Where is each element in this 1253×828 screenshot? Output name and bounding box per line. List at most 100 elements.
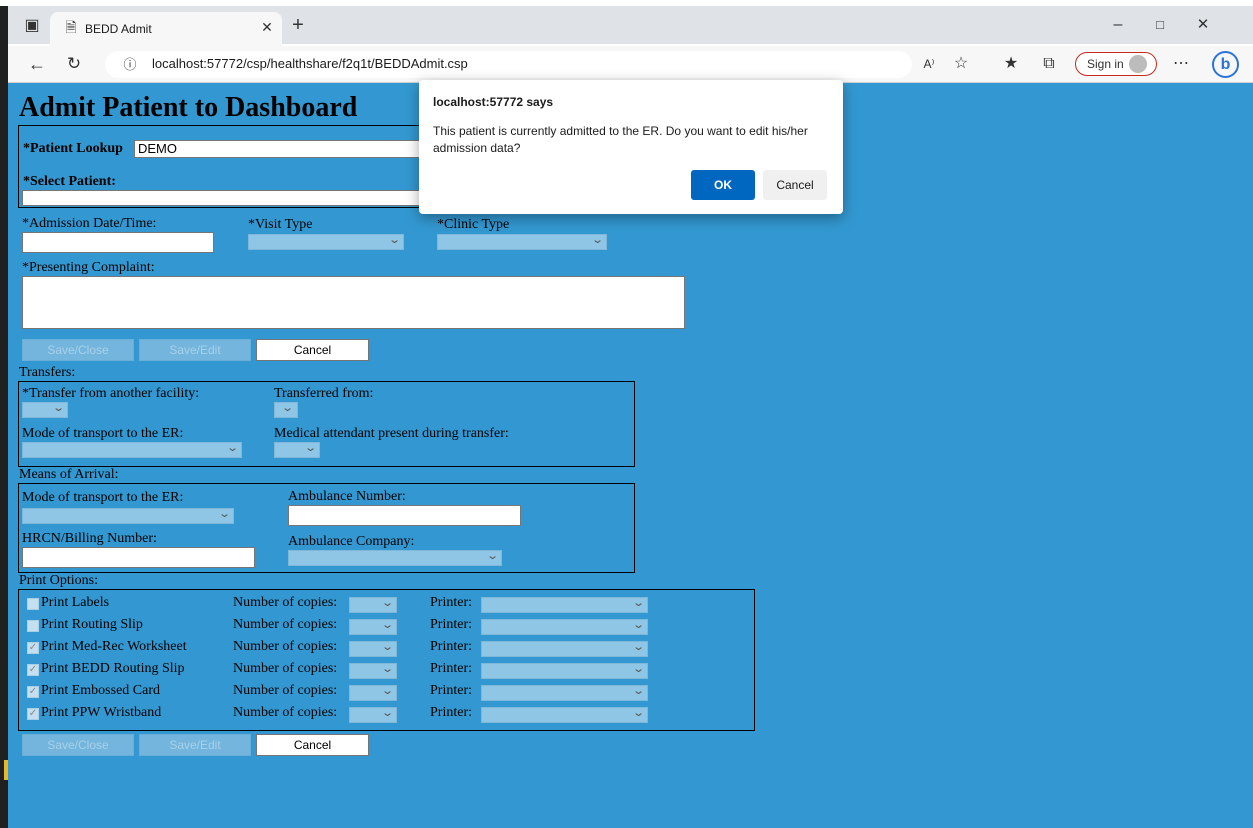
select-patient-label: *Select Patient: [23,174,116,189]
transferred-from-select[interactable]: ⌄ [274,402,298,418]
print-option-checkbox[interactable]: ✓ [27,664,39,676]
chevron-down-icon: ⌄ [280,402,294,414]
chevron-down-icon: ⌄ [380,685,394,697]
print-option-checkbox[interactable]: ✓ [27,642,39,654]
cancel-button-bottom[interactable]: Cancel [256,734,369,756]
save-close-button[interactable]: Save/Close [22,339,134,361]
save-edit-button-bottom[interactable]: Save/Edit [139,734,251,756]
attendant-label: Medical attendant present during transfe… [274,426,509,441]
print-option-label: Print Med-Rec Worksheet [41,639,187,654]
close-window-icon[interactable]: ✕ [1193,15,1213,35]
printer-select[interactable]: ⌄ [481,641,648,657]
close-tab-icon[interactable]: ✕ [258,17,276,37]
back-icon[interactable]: ← [27,54,47,74]
copies-label: Number of copies: [233,705,338,720]
admission-datetime-input[interactable] [22,232,214,253]
chevron-down-icon: ⌄ [631,685,645,697]
chevron-down-icon: ⌄ [631,619,645,631]
printer-label: Printer: [430,639,472,654]
copies-label: Number of copies: [233,595,338,610]
cancel-button[interactable]: Cancel [256,339,369,361]
copies-select[interactable]: ⌄ [349,663,397,679]
save-close-button-bottom[interactable]: Save/Close [22,734,134,756]
select-patient-field[interactable] [22,190,422,206]
copies-select[interactable]: ⌄ [349,619,397,635]
ambulance-company-label: Ambulance Company: [288,534,415,549]
printer-label: Printer: [430,617,472,632]
chevron-down-icon: ⌄ [217,508,231,520]
read-aloud-icon[interactable]: A⁾ [918,54,940,74]
chevron-down-icon: ⌄ [380,619,394,631]
chevron-down-icon: ⌄ [380,707,394,719]
print-option-checkbox[interactable] [27,620,39,632]
copies-select[interactable]: ⌄ [349,707,397,723]
new-tab-icon[interactable]: + [288,15,308,35]
chevron-down-icon: ⌄ [51,402,65,414]
dialog-title: localhost:57772 says [433,95,554,109]
dialog-message: This patient is currently admitted to th… [433,124,808,155]
add-favorite-icon[interactable]: ☆ [950,54,972,74]
printer-label: Printer: [430,683,472,698]
copies-select[interactable]: ⌄ [349,597,397,613]
chevron-down-icon: ⌄ [631,641,645,653]
avatar [1129,55,1147,73]
ambulance-number-label: Ambulance Number: [288,489,406,504]
printer-select[interactable]: ⌄ [481,619,648,635]
save-edit-button[interactable]: Save/Edit [139,339,251,361]
chevron-down-icon: ⌄ [303,442,317,454]
arrival-legend: Means of Arrival: [19,467,119,482]
ambulance-company-select[interactable]: ⌄ [288,550,502,566]
ambulance-number-input[interactable] [288,505,521,526]
arrival-mode-label: Mode of transport to the ER: [22,490,184,505]
ok-button[interactable]: OK [691,170,755,200]
chevron-down-icon: ⌄ [225,442,239,454]
copies-select[interactable]: ⌄ [349,685,397,701]
transfers-legend: Transfers: [19,365,76,380]
maximize-icon[interactable]: □ [1150,15,1170,35]
print-option-label: Print BEDD Routing Slip [41,661,185,676]
clinic-type-label: *Clinic Type [437,217,510,232]
visit-type-select[interactable]: ⌄ [248,234,404,250]
favorites-icon[interactable]: ★ [1000,54,1022,74]
patient-lookup-input[interactable]: DEMO [134,140,422,158]
copies-label: Number of copies: [233,661,338,676]
more-icon[interactable]: ⋯ [1170,54,1192,74]
info-icon[interactable]: ⓘ [120,55,140,75]
printer-select[interactable]: ⌄ [481,685,648,701]
patient-lookup-label: *Patient Lookup [23,141,123,156]
chevron-down-icon: ⌄ [387,234,401,246]
printer-select[interactable]: ⌄ [481,707,648,723]
refresh-icon[interactable]: ↻ [64,54,84,74]
complaint-textarea[interactable] [22,276,685,329]
print-option-checkbox[interactable]: ✓ [27,708,39,720]
minimize-icon[interactable]: – [1108,15,1128,35]
url-text[interactable]: localhost:57772/csp/healthshare/f2q1t/BE… [152,56,468,71]
print-option-checkbox[interactable] [27,598,39,610]
chevron-down-icon: ⌄ [631,707,645,719]
chevron-down-icon: ⌄ [631,597,645,609]
tab-actions-icon[interactable]: ▣ [22,16,42,36]
admission-label: *Admission Date/Time: [22,216,157,231]
chevron-down-icon: ⌄ [631,663,645,675]
bing-icon[interactable]: b [1212,51,1239,78]
transfer-facility-label: *Transfer from another facility: [22,386,200,401]
printer-select[interactable]: ⌄ [481,663,648,679]
printer-select[interactable]: ⌄ [481,597,648,613]
collections-icon[interactable]: ⧉ [1038,54,1060,74]
chevron-down-icon: ⌄ [485,550,499,562]
copies-label: Number of copies: [233,617,338,632]
print-option-checkbox[interactable]: ✓ [27,686,39,698]
arrival-mode-select[interactable]: ⌄ [22,508,234,524]
copies-label: Number of copies: [233,639,338,654]
copies-select[interactable]: ⌄ [349,641,397,657]
transfer-mode-select[interactable]: ⌄ [22,442,242,458]
printer-label: Printer: [430,595,472,610]
printer-label: Printer: [430,661,472,676]
attendant-select[interactable]: ⌄ [274,442,320,458]
transfer-facility-select[interactable]: ⌄ [22,402,68,418]
dialog-cancel-button[interactable]: Cancel [763,170,827,200]
print-legend: Print Options: [19,573,98,588]
clinic-type-select[interactable]: ⌄ [437,234,607,250]
hrcn-input[interactable] [22,547,255,568]
print-option-label: Print PPW Wristband [41,705,162,720]
